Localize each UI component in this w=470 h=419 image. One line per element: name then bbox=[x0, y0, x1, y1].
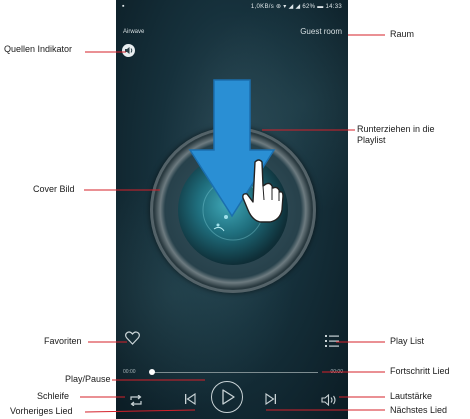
annotation-lines bbox=[80, 34, 385, 413]
label-schleife: Schleife bbox=[37, 391, 70, 401]
label-quellen-indikator: Quellen Indikator bbox=[4, 44, 73, 54]
label-raum: Raum bbox=[390, 29, 415, 39]
label-favoriten: Favoriten bbox=[44, 336, 82, 346]
label-runterziehen: Runterziehen in die Playlist bbox=[357, 124, 435, 145]
label-cover-bild: Cover Bild bbox=[33, 184, 75, 194]
label-naechstes-lied: Nächstes Lied bbox=[390, 405, 448, 415]
label-lautstaerke: Lautstärke bbox=[390, 391, 433, 401]
label-vorheriges-lied: Vorheriges Lied bbox=[10, 406, 73, 416]
label-play-pause: Play/Pause bbox=[65, 374, 111, 384]
label-fortschritt-lied: Fortschritt Lied bbox=[390, 366, 450, 376]
label-play-list: Play List bbox=[390, 336, 425, 346]
